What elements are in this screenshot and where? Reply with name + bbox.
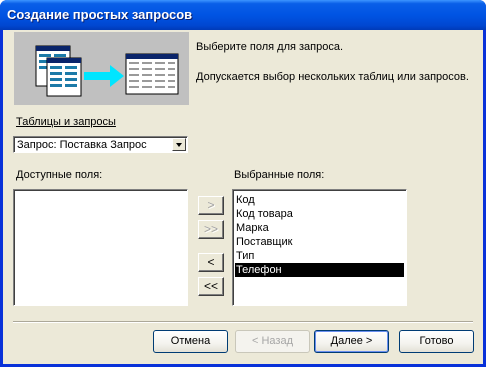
tables-to-query-icon — [35, 45, 179, 97]
add-field-button[interactable]: > — [198, 196, 224, 215]
add-all-fields-button[interactable]: >> — [198, 220, 224, 239]
footer-divider — [13, 321, 473, 323]
remove-all-fields-button[interactable]: << — [198, 277, 224, 296]
list-item[interactable]: Код товара — [235, 207, 404, 221]
title-bar[interactable]: Создание простых запросов — [0, 0, 486, 30]
list-item[interactable]: Код — [235, 193, 404, 207]
wizard-window: Создание простых запросов Выберите поля … — [0, 0, 486, 367]
chevron-down-icon — [176, 143, 182, 147]
list-item[interactable]: Поставщик — [235, 235, 404, 249]
selected-fields-label: Выбранные поля: — [234, 169, 325, 181]
back-button[interactable]: < Назад — [235, 330, 310, 353]
finish-button[interactable]: Готово — [399, 330, 474, 353]
next-button[interactable]: Далее > — [314, 330, 389, 353]
dropdown-arrow-button[interactable] — [172, 138, 186, 151]
intro-line-1: Выберите поля для запроса. — [196, 41, 344, 53]
window-title: Создание простых запросов — [7, 7, 193, 22]
remove-field-button[interactable]: < — [198, 253, 224, 272]
available-fields-label: Доступные поля: — [16, 169, 103, 181]
query-wizard-illustration — [14, 32, 189, 105]
tables-queries-dropdown[interactable]: Запрос: Поставка Запрос — [13, 136, 188, 153]
available-fields-list[interactable] — [13, 189, 188, 306]
cancel-button[interactable]: Отмена — [153, 330, 228, 353]
tables-label: Таблицы и запросы — [16, 116, 116, 128]
list-item[interactable]: Тип — [235, 249, 404, 263]
intro-line-2: Допускается выбор нескольких таблиц или … — [196, 71, 469, 83]
dialog-body: Выберите поля для запроса. Допускается в… — [3, 30, 483, 364]
selected-fields-list[interactable]: Код Код товара Марка Поставщик Тип Телеф… — [232, 189, 407, 306]
tables-dropdown-value: Запрос: Поставка Запрос — [17, 139, 147, 151]
list-item-selected[interactable]: Телефон — [235, 263, 404, 277]
list-item[interactable]: Марка — [235, 221, 404, 235]
